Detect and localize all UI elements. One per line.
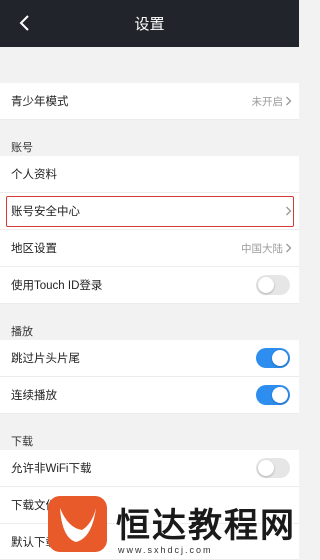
chevron-right-icon (286, 243, 292, 253)
watermark-text: 恒达教程网 (115, 505, 296, 548)
non-wifi-toggle[interactable] (256, 458, 290, 478)
row-label: 跳过片头片尾 (11, 353, 80, 365)
watermark-logo (48, 496, 107, 552)
row-label: 连续播放 (11, 390, 57, 402)
touch-id-toggle[interactable] (256, 275, 290, 295)
row-label: 个人资料 (11, 169, 57, 181)
toggle-knob (258, 277, 274, 293)
row-value: 未开启 (251, 96, 284, 108)
skip-intro-toggle[interactable] (256, 348, 290, 368)
section-label: 账号 (11, 142, 33, 154)
watermark: 恒达教程网 www.sxhdcj.com (46, 490, 299, 560)
toggle-knob (258, 460, 274, 476)
row-label: 使用Touch ID登录 (11, 280, 103, 292)
toggle-knob (272, 387, 288, 403)
row-label: 青少年模式 (11, 96, 69, 108)
row-label: 允许非WiFi下载 (11, 463, 92, 475)
section-label: 下载 (11, 436, 33, 448)
section-header-download: 下载 (0, 424, 299, 452)
row-region[interactable]: 地区设置 中国大陆 (0, 230, 299, 267)
row-personal-info[interactable]: 个人资料 (0, 156, 299, 193)
row-label: 地区设置 (11, 243, 57, 255)
row-touch-id: 使用Touch ID登录 (0, 267, 299, 304)
section-header-playback: 播放 (0, 314, 299, 342)
autoplay-toggle[interactable] (256, 385, 290, 405)
row-allow-non-wifi: 允许非WiFi下载 (0, 450, 299, 487)
row-skip-intro: 跳过片头片尾 (0, 340, 299, 377)
watermark-url: www.sxhdcj.com (117, 544, 213, 556)
page-title: 设置 (134, 16, 165, 33)
section-label: 播放 (11, 326, 33, 338)
chevron-right-icon (286, 96, 292, 106)
highlight-box (6, 196, 294, 227)
nav-bar: 设置 (0, 0, 299, 47)
toggle-knob (272, 350, 288, 366)
section-header-account: 账号 (0, 130, 299, 158)
row-teen-mode[interactable]: 青少年模式 未开启 (0, 83, 299, 120)
row-autoplay: 连续播放 (0, 377, 299, 414)
row-value: 中国大陆 (241, 243, 283, 255)
